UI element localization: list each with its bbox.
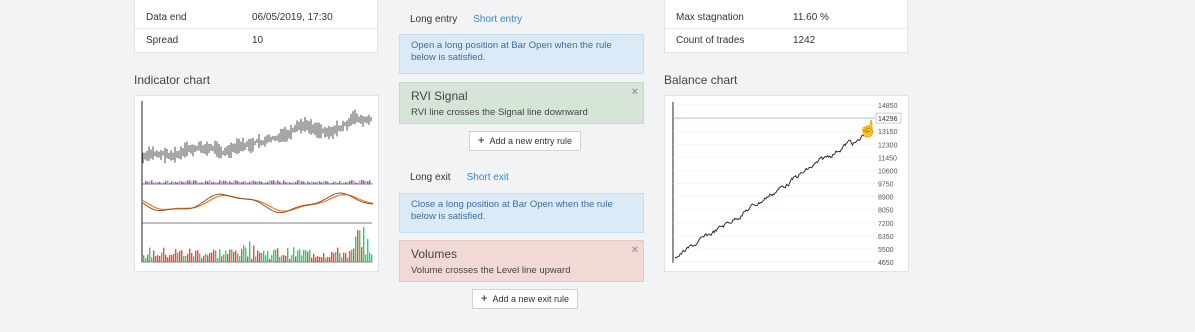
y-tick-label: 9750 xyxy=(878,182,894,189)
plus-icon: + xyxy=(478,135,485,147)
entry-tabs: Long entry Short entry xyxy=(410,14,522,25)
close-icon[interactable]: × xyxy=(632,244,638,256)
entry-info-box: Open a long position at Bar Open when th… xyxy=(399,34,644,74)
indicator-chart[interactable] xyxy=(134,95,379,272)
stat-row-max-stagnation: Max stagnation 11.60 % xyxy=(665,7,907,29)
y-tick-label: 5500 xyxy=(878,247,894,254)
y-tick-label: 4650 xyxy=(878,260,894,267)
y-tick-label: 11450 xyxy=(878,155,897,162)
rule-description: RVI line crosses the Signal line downwar… xyxy=(411,107,588,118)
exit-tabs: Long exit Short exit xyxy=(410,172,509,183)
stat-value: 11.60 % xyxy=(793,12,829,23)
stat-label: Count of trades xyxy=(676,35,745,46)
stat-value: 10 xyxy=(252,35,264,46)
tab-long-entry[interactable]: Long entry xyxy=(410,14,457,25)
plus-icon: + xyxy=(481,293,488,305)
balance-chart[interactable]: 14850 14296 13150 12300 11450 10600 9750 8900 80… xyxy=(664,95,909,272)
stat-label: Max stagnation xyxy=(676,12,744,23)
add-entry-rule-label: Add a new entry rule xyxy=(489,136,572,146)
right-stats-card: Max stagnation 11.60 % Count of trades 1… xyxy=(664,0,908,53)
left-stats-card: Data end 06/05/2019, 17:30 Spread 10 xyxy=(134,0,378,53)
exit-rule-volumes[interactable]: Volumes Volume crosses the Level line up… xyxy=(399,240,644,282)
stat-value: 06/05/2019, 17:30 xyxy=(252,12,333,23)
tab-short-exit[interactable]: Short exit xyxy=(467,172,509,183)
add-exit-rule-button[interactable]: + Add a new exit rule xyxy=(472,289,578,309)
stat-value: 1242 xyxy=(793,35,816,46)
stat-row-spread: Spread 10 xyxy=(135,30,377,52)
add-entry-rule-button[interactable]: + Add a new entry rule xyxy=(469,131,581,151)
add-exit-rule-label: Add a new exit rule xyxy=(492,294,569,304)
cursor-icon: ☝ xyxy=(858,121,878,138)
y-tick-label: 10600 xyxy=(878,168,898,175)
balance-chart-title: Balance chart xyxy=(664,73,738,87)
stat-label: Data end xyxy=(146,12,187,23)
y-tick-label: 8900 xyxy=(878,195,894,202)
tab-short-entry[interactable]: Short entry xyxy=(473,14,522,25)
y-tick-label: 12300 xyxy=(878,142,898,149)
y-tick-label: 6350 xyxy=(878,234,894,241)
indicator-chart-title: Indicator chart xyxy=(134,73,211,87)
close-icon[interactable]: × xyxy=(632,86,638,98)
rule-title: Volumes xyxy=(411,247,458,261)
indicator-chart-canvas xyxy=(141,101,374,263)
rule-title: RVI Signal xyxy=(411,89,468,103)
entry-rule-rvi-signal[interactable]: RVI Signal RVI line crosses the Signal l… xyxy=(399,82,644,124)
stat-label: Spread xyxy=(146,35,179,46)
y-tick-label: 8050 xyxy=(878,208,894,215)
tab-long-exit[interactable]: Long exit xyxy=(410,172,451,183)
stat-row-count-of-trades: Count of trades 1242 xyxy=(665,30,907,52)
y-tick-label: 7200 xyxy=(878,221,894,228)
exit-info-box: Close a long position at Bar Open when t… xyxy=(399,193,644,233)
y-tick-label: 13150 xyxy=(878,129,898,136)
current-value-label: 14296 xyxy=(878,116,898,123)
rule-description: Volume crosses the Level line upward xyxy=(411,265,571,276)
stat-row-data-end: Data end 06/05/2019, 17:30 xyxy=(135,7,377,29)
y-tick-label: 14850 xyxy=(878,103,898,110)
